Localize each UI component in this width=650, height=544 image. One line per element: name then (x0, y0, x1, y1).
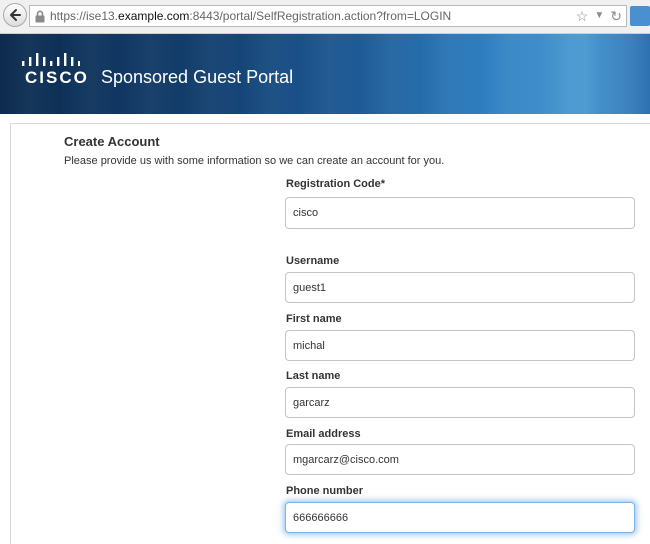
phone-number-label: Phone number (286, 485, 364, 497)
username-input[interactable] (285, 272, 635, 303)
first-name-input[interactable] (285, 330, 635, 361)
address-bar[interactable]: https://ise13.example.com:8443/portal/Se… (29, 5, 627, 27)
browser-toolbar: https://ise13.example.com:8443/portal/Se… (0, 0, 650, 34)
address-bar-icons: ☆ ▼ ↻ (576, 8, 622, 24)
last-name-label: Last name (286, 370, 341, 382)
first-name-label: First name (286, 313, 342, 325)
page-description: Please provide us with some information … (64, 155, 445, 167)
dropdown-icon[interactable]: ▼ (594, 8, 604, 24)
email-address-label: Email address (286, 428, 361, 440)
url-suffix: :8443/portal/SelfRegistration.action?fro… (189, 9, 452, 23)
lock-icon (35, 10, 45, 23)
refresh-icon[interactable]: ↻ (610, 8, 622, 24)
phone-number-input[interactable] (285, 502, 635, 533)
registration-code-label: Registration Code* (286, 178, 386, 190)
extension-button[interactable] (630, 6, 650, 26)
back-button[interactable] (3, 3, 27, 27)
username-label: Username (286, 255, 340, 267)
cisco-logo-text: CISCO (25, 68, 89, 87)
last-name-input[interactable] (285, 387, 635, 418)
portal-title: Sponsored Guest Portal (101, 67, 294, 87)
portal-header: CISCO Sponsored Guest Portal (0, 34, 650, 114)
email-address-input[interactable] (285, 444, 635, 475)
page-title: Create Account (64, 134, 160, 149)
url-domain: example.com (118, 9, 190, 23)
back-arrow-icon (10, 9, 21, 21)
url-text: https://ise13.example.com:8443/portal/Se… (50, 9, 451, 23)
url-prefix: https://ise13. (50, 9, 119, 23)
star-icon[interactable]: ☆ (576, 8, 589, 24)
registration-code-input[interactable] (285, 197, 635, 229)
